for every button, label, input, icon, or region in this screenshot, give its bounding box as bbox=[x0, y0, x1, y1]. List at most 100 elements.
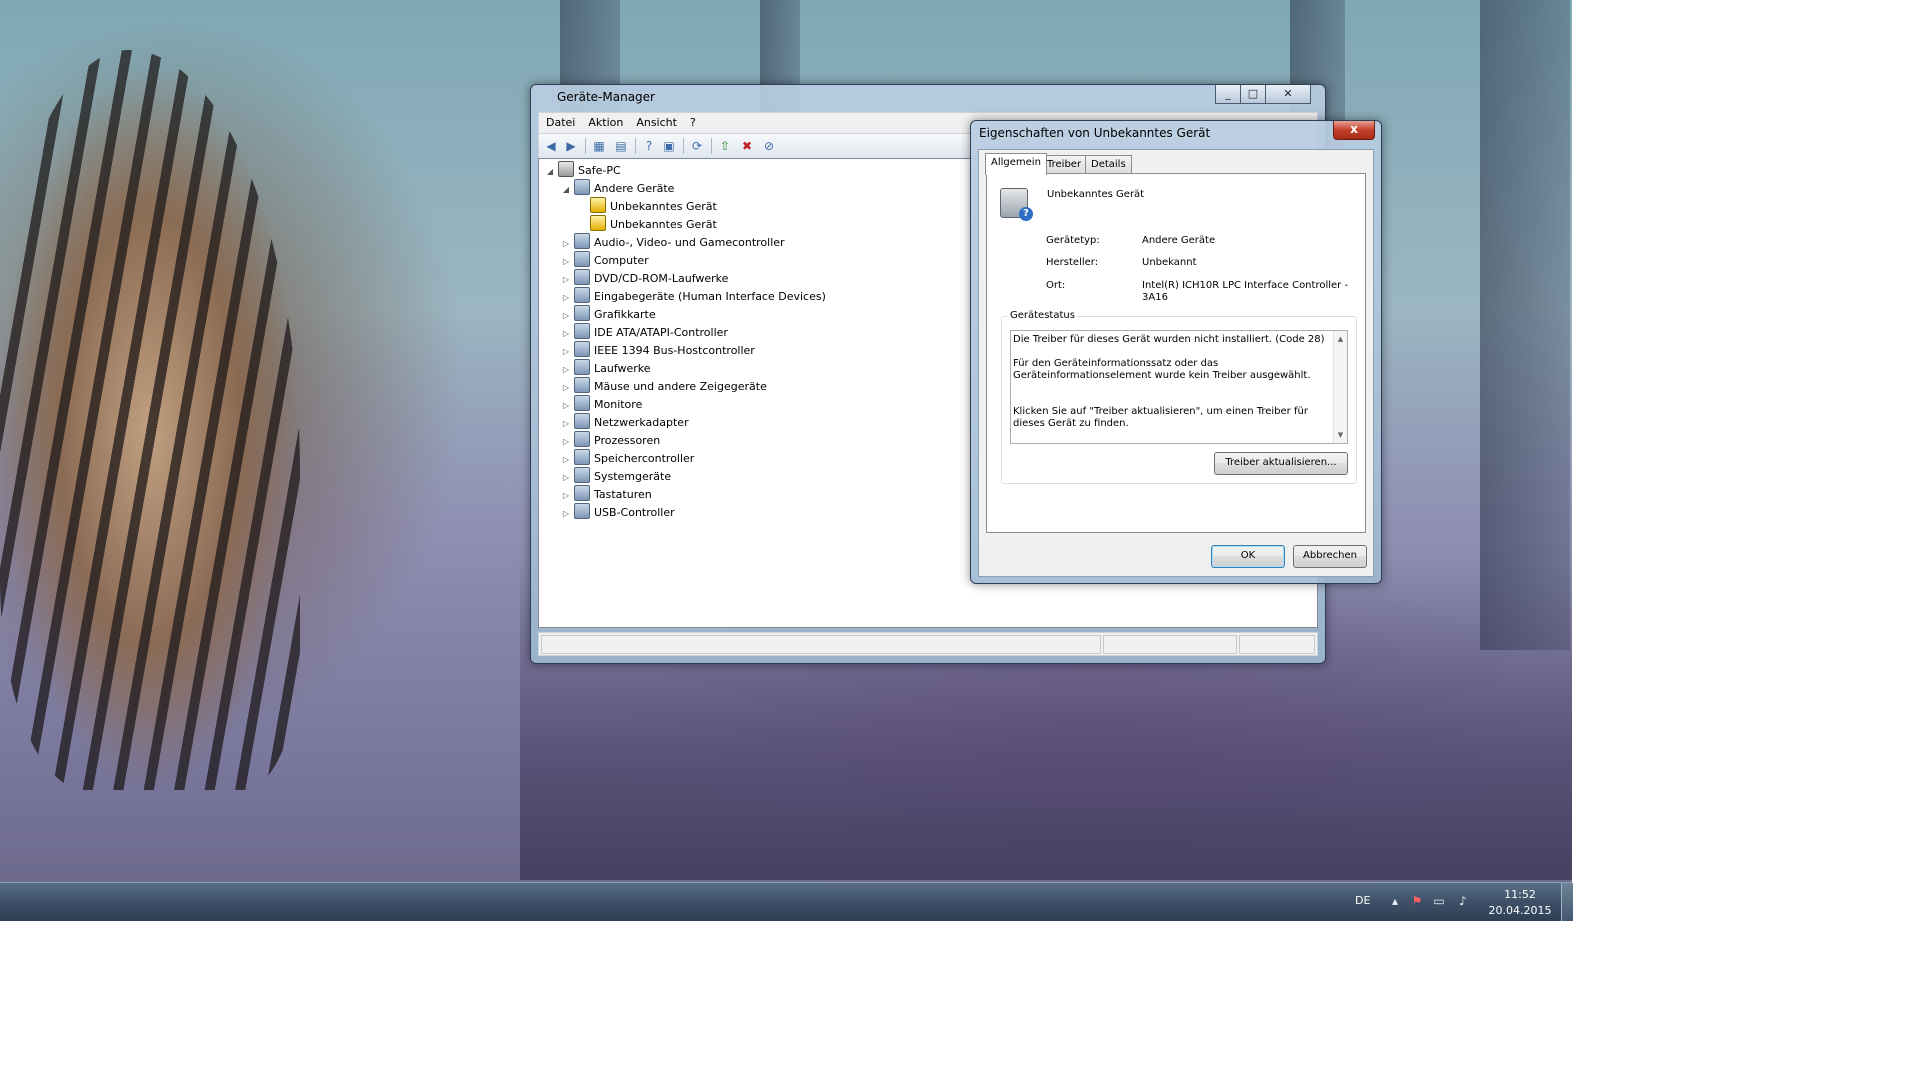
tree-node-maeuse[interactable]: ▷ Mäuse und andere Zeigegeräte bbox=[561, 377, 767, 395]
ok-button[interactable]: OK bbox=[1211, 545, 1285, 568]
clock-time: 11:52 bbox=[1504, 888, 1536, 901]
field-label-ort: Ort: bbox=[1046, 280, 1066, 291]
field-label-geraetetyp: Gerätetyp: bbox=[1046, 235, 1100, 246]
tree-node-label: IEEE 1394 Bus-Hostcontroller bbox=[594, 344, 755, 357]
scan-hardware-icon[interactable]: ⟳ bbox=[689, 138, 705, 154]
scroll-down-arrow-icon[interactable]: ▼ bbox=[1334, 429, 1347, 441]
tree-node-label: Andere Geräte bbox=[594, 182, 675, 195]
tree-node-ide[interactable]: ▷ IDE ATA/ATAPI-Controller bbox=[561, 323, 728, 341]
ide-controller-icon bbox=[574, 323, 590, 339]
uninstall-device-icon[interactable]: ✖ bbox=[739, 138, 755, 154]
computer-icon bbox=[574, 251, 590, 267]
tab-details[interactable]: Details bbox=[1085, 155, 1132, 174]
collapse-arrow-icon[interactable]: ◢ bbox=[545, 163, 555, 181]
dialog-close-button[interactable]: x bbox=[1333, 121, 1375, 140]
unknown-device-icon bbox=[1000, 188, 1033, 221]
tree-node-tastaturen[interactable]: ▷ Tastaturen bbox=[561, 485, 652, 503]
show-desktop-button[interactable] bbox=[1561, 883, 1573, 921]
forward-arrow-icon[interactable]: ▶ bbox=[563, 138, 579, 154]
status-cell bbox=[1239, 635, 1315, 654]
device-status-label: Gerätestatus bbox=[1008, 310, 1077, 321]
keyboard-icon bbox=[574, 485, 590, 501]
tree-node-label: Systemgeräte bbox=[594, 470, 672, 483]
tree-node-systemgeraete[interactable]: ▷ Systemgeräte bbox=[561, 467, 671, 485]
back-arrow-icon[interactable]: ◀ bbox=[543, 138, 559, 154]
audio-icon bbox=[574, 233, 590, 249]
tree-node-laufwerke[interactable]: ▷ Laufwerke bbox=[561, 359, 651, 377]
update-driver-icon[interactable]: ⇧ bbox=[717, 138, 733, 154]
action-center-flag-icon[interactable]: ⚑ bbox=[1410, 894, 1424, 908]
clock[interactable]: 11:52 20.04.2015 bbox=[1484, 887, 1556, 919]
tree-node-label: Eingabegeräte (Human Interface Devices) bbox=[594, 290, 826, 303]
ieee1394-icon bbox=[574, 341, 590, 357]
cancel-button[interactable]: Abbrechen bbox=[1293, 545, 1367, 568]
tree-node-audio[interactable]: ▷ Audio-, Video- und Gamecontroller bbox=[561, 233, 785, 251]
status-scrollbar[interactable]: ▲ ▼ bbox=[1333, 331, 1347, 443]
system-devices-icon bbox=[574, 467, 590, 483]
storage-controller-icon bbox=[574, 449, 590, 465]
language-indicator[interactable]: DE bbox=[1355, 894, 1370, 907]
field-label-hersteller: Hersteller: bbox=[1046, 257, 1099, 268]
other-devices-icon bbox=[574, 179, 590, 195]
device-status-textbox[interactable]: Die Treiber für dieses Gerät wurden nich… bbox=[1010, 330, 1348, 444]
monitor-icon bbox=[574, 395, 590, 411]
help-icon[interactable]: ? bbox=[641, 138, 657, 154]
tree-node-label: Speichercontroller bbox=[594, 452, 695, 465]
tree-node-label: IDE ATA/ATAPI-Controller bbox=[594, 326, 728, 339]
menu-datei[interactable]: Datei bbox=[539, 113, 581, 129]
wallpaper-tree bbox=[1480, 0, 1570, 650]
tree-node-speichercontroller[interactable]: ▷ Speichercontroller bbox=[561, 449, 694, 467]
expand-arrow-icon[interactable]: ▷ bbox=[561, 505, 571, 523]
dialog-title: Eigenschaften von Unbekanntes Gerät bbox=[979, 126, 1211, 140]
window-title: Geräte-Manager bbox=[557, 90, 655, 104]
processor-icon bbox=[574, 431, 590, 447]
properties-sheet-icon[interactable]: ▤ bbox=[613, 138, 629, 154]
taskbar: DE ▴ ⚑ ▭ ♪ 11:52 20.04.2015 bbox=[0, 882, 1573, 921]
tree-node-andere-geraete[interactable]: ◢ Andere Geräte bbox=[561, 179, 674, 197]
update-driver-button[interactable]: Treiber aktualisieren... bbox=[1214, 452, 1348, 475]
tree-node-label: Safe-PC bbox=[578, 164, 621, 177]
menu-help[interactable]: ? bbox=[683, 113, 702, 129]
computer-root-icon bbox=[558, 161, 574, 177]
tree-node-root[interactable]: ◢ Safe-PC bbox=[545, 161, 621, 179]
toolbar-separator bbox=[683, 138, 684, 154]
minimize-button[interactable]: _ bbox=[1215, 85, 1241, 104]
menu-aktion[interactable]: Aktion bbox=[581, 113, 629, 129]
tree-node-unknown-device-2[interactable]: Unbekanntes Gerät bbox=[577, 215, 717, 233]
tree-node-monitore[interactable]: ▷ Monitore bbox=[561, 395, 642, 413]
action-pane-icon[interactable]: ▣ bbox=[661, 138, 677, 154]
menu-ansicht[interactable]: Ansicht bbox=[629, 113, 683, 129]
tree-node-ieee1394[interactable]: ▷ IEEE 1394 Bus-Hostcontroller bbox=[561, 341, 755, 359]
tree-node-grafikkarte[interactable]: ▷ Grafikkarte bbox=[561, 305, 656, 323]
tree-node-label: Netzwerkadapter bbox=[594, 416, 689, 429]
disable-device-icon[interactable]: ⊘ bbox=[761, 138, 777, 154]
field-value-geraetetyp: Andere Geräte bbox=[1142, 235, 1216, 246]
tree-node-prozessoren[interactable]: ▷ Prozessoren bbox=[561, 431, 660, 449]
tree-node-netzwerkadapter[interactable]: ▷ Netzwerkadapter bbox=[561, 413, 689, 431]
tab-allgemein[interactable]: Allgemein bbox=[985, 153, 1047, 175]
tree-node-computer[interactable]: ▷ Computer bbox=[561, 251, 649, 269]
network-icon[interactable]: ▭ bbox=[1432, 894, 1446, 908]
volume-icon[interactable]: ♪ bbox=[1456, 894, 1470, 908]
tree-node-unknown-device-1[interactable]: Unbekanntes Gerät bbox=[577, 197, 717, 215]
tree-node-label: Tastaturen bbox=[594, 488, 652, 501]
maximize-button[interactable]: □ bbox=[1240, 85, 1266, 104]
show-hide-console-tree-icon[interactable]: ▦ bbox=[591, 138, 607, 154]
tree-node-usb[interactable]: ▷ USB-Controller bbox=[561, 503, 675, 521]
collapse-arrow-icon[interactable]: ◢ bbox=[561, 181, 571, 199]
show-hidden-icons-icon[interactable]: ▴ bbox=[1388, 894, 1402, 908]
tree-node-label: Audio-, Video- und Gamecontroller bbox=[594, 236, 785, 249]
tab-treiber[interactable]: Treiber bbox=[1041, 155, 1088, 174]
device-name: Unbekanntes Gerät bbox=[1047, 189, 1145, 200]
tab-panel-allgemein: Unbekanntes Gerät Gerätetyp: Andere Gerä… bbox=[986, 173, 1366, 533]
tree-node-label: Unbekanntes Gerät bbox=[610, 200, 717, 213]
dialog-body: Allgemein Treiber Details Unbekanntes Ge… bbox=[978, 149, 1374, 577]
close-button[interactable]: ✕ bbox=[1265, 85, 1311, 104]
tree-node-dvd[interactable]: ▷ DVD/CD-ROM-Laufwerke bbox=[561, 269, 728, 287]
status-cell bbox=[1103, 635, 1237, 654]
unknown-device-warning-icon bbox=[590, 197, 606, 213]
scroll-up-arrow-icon[interactable]: ▲ bbox=[1334, 333, 1347, 345]
tree-node-hid[interactable]: ▷ Eingabegeräte (Human Interface Devices) bbox=[561, 287, 826, 305]
unknown-device-warning-icon bbox=[590, 215, 606, 231]
tree-node-label: Laufwerke bbox=[594, 362, 651, 375]
